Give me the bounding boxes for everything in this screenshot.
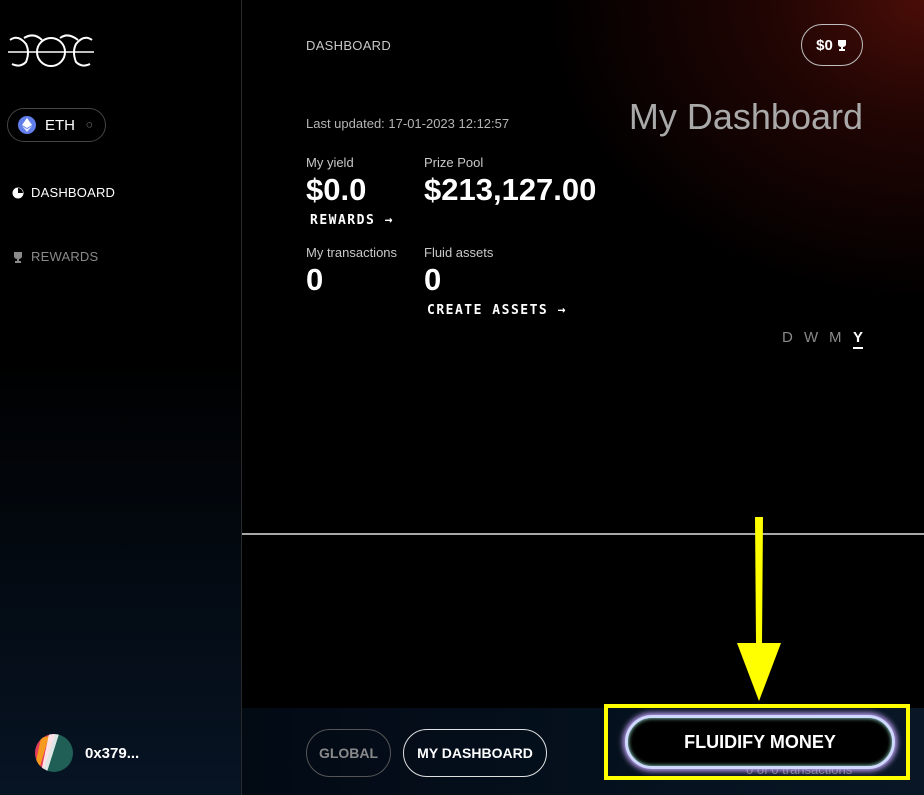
fluid-assets-label: Fluid assets (424, 245, 494, 260)
wallet-address: 0x379... (85, 744, 140, 762)
avatar (35, 734, 73, 772)
eth-icon (18, 116, 36, 134)
my-transactions-label: My transactions (306, 245, 398, 260)
main-content: DASHBOARD $0 My Dashboard Last updated: … (242, 0, 924, 795)
prize-pool-value: $213,127.00 (424, 172, 597, 207)
dashboard-icon (12, 187, 24, 198)
rewards-link-label: REWARDS (310, 213, 376, 228)
spinner-icon: ◌ (86, 119, 93, 131)
period-month[interactable]: M (829, 329, 842, 346)
arrow-right-icon: → (557, 303, 567, 318)
prize-pool-label: Prize Pool (424, 155, 484, 170)
period-week[interactable]: W (804, 329, 818, 346)
trophy-icon (837, 40, 846, 51)
sidebar: ETH ◌ DASHBOARD REWARDS 0x379... (0, 0, 242, 795)
yield-chart-line (242, 533, 924, 535)
sidebar-item-dashboard[interactable]: DASHBOARD (12, 185, 115, 200)
create-assets-link-label: CREATE ASSETS (427, 303, 549, 318)
trophy-icon (14, 251, 22, 263)
sidebar-item-rewards[interactable]: REWARDS (12, 249, 98, 264)
period-day[interactable]: D (782, 329, 793, 346)
wallet-account[interactable]: 0x379... (35, 734, 139, 772)
chain-selector-button[interactable]: ETH ◌ (7, 108, 106, 142)
breadcrumb: DASHBOARD (306, 38, 392, 53)
my-dashboard-view-button[interactable]: MY DASHBOARD (403, 729, 547, 777)
sidebar-item-label: REWARDS (31, 249, 99, 264)
annotation-arrow-icon (737, 517, 781, 701)
fluid-assets-value: 0 (424, 262, 442, 297)
my-transactions-value: 0 (306, 262, 324, 297)
annotation-highlight-box (604, 704, 910, 780)
sidebar-item-label: DASHBOARD (31, 185, 116, 200)
chain-label: ETH (45, 116, 75, 134)
create-assets-link[interactable]: CREATE ASSETS → (427, 303, 567, 318)
my-yield-label: My yield (306, 155, 354, 170)
period-year[interactable]: Y (853, 329, 864, 349)
balance-value: $0 (816, 36, 833, 54)
fluidity-logo[interactable] (6, 32, 96, 72)
arrow-right-icon: → (384, 213, 394, 228)
global-view-button[interactable]: GLOBAL (306, 729, 391, 777)
page-title: My Dashboard (628, 96, 863, 137)
balance-button[interactable]: $0 (801, 24, 863, 66)
my-yield-value: $0.0 (306, 172, 367, 207)
last-updated-text: Last updated: 17-01-2023 12:12:57 (306, 116, 510, 131)
rewards-link[interactable]: REWARDS → (310, 213, 394, 228)
